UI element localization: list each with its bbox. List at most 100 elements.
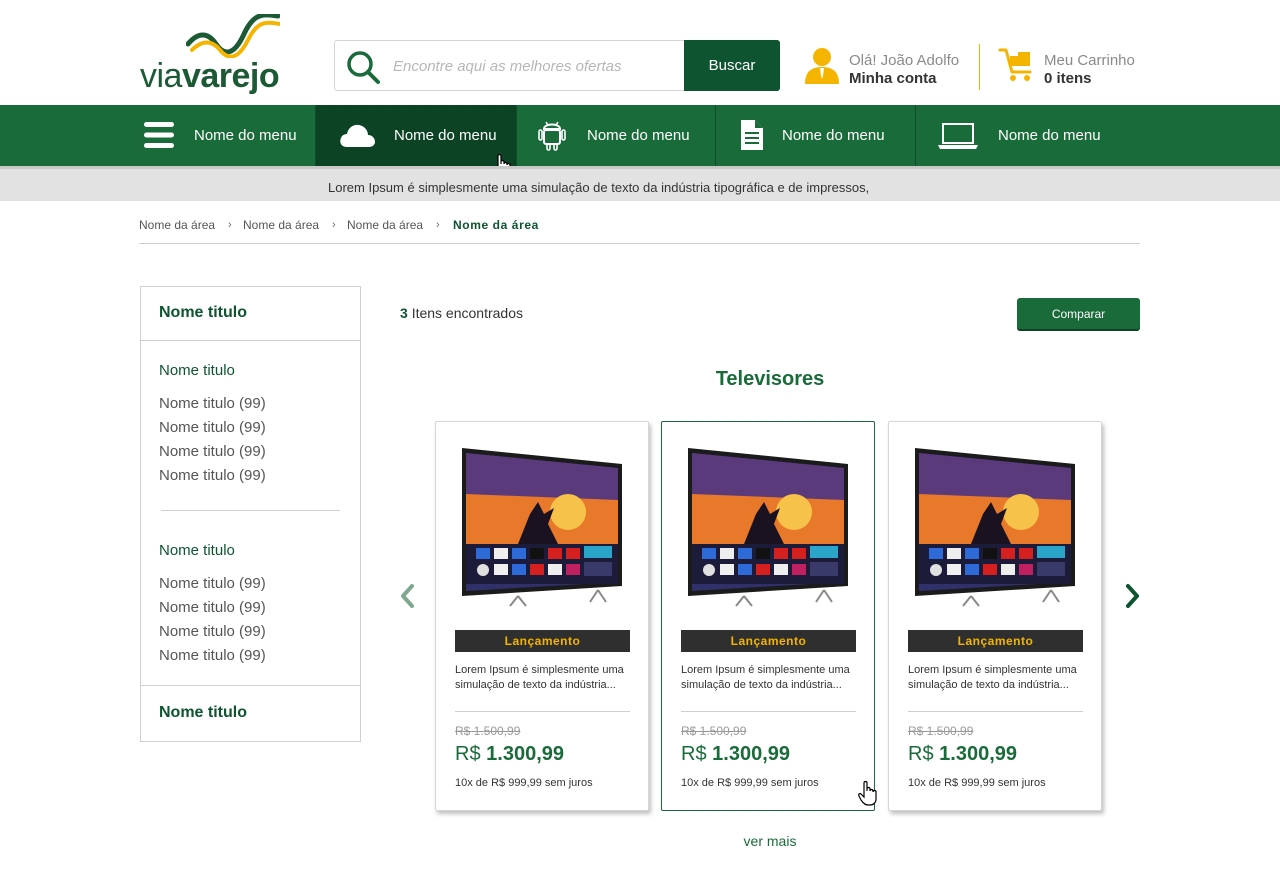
- main-nav: Nome do menu Nome do menu Nome do menu N…: [0, 105, 1280, 179]
- price-value: 1.300,99: [939, 743, 1017, 765]
- filter-group-title: Nome titulo: [159, 362, 235, 379]
- tv-product-image: [688, 448, 848, 607]
- breadcrumb: Nome da área › Nome da área › Nome da ár…: [139, 218, 1140, 244]
- installments: 10x de R$ 999,99 sem juros: [455, 777, 593, 789]
- product-description: Lorem Ipsum é simplesmente uma simulação…: [908, 664, 1077, 691]
- carousel-next-button[interactable]: [1120, 582, 1144, 610]
- product-description: Lorem Ipsum é simplesmente uma simulação…: [455, 664, 624, 691]
- nav-item-menu[interactable]: Nome do menu: [0, 105, 316, 166]
- nav-item-label: Nome do menu: [587, 127, 690, 144]
- divider: [141, 340, 360, 341]
- search-box: Buscar: [334, 40, 780, 91]
- installments: 10x de R$ 999,99 sem juros: [908, 777, 1046, 789]
- results-count-number: 3: [400, 305, 408, 321]
- divider: [455, 711, 630, 712]
- launch-badge: Lançamento: [681, 630, 856, 652]
- chevron-right-icon: ›: [436, 219, 440, 231]
- nav-item-label: Nome do menu: [194, 127, 297, 144]
- old-price: R$ 1.500,99: [681, 724, 747, 738]
- product-card[interactable]: Lançamento Lorem Ipsum é simplesmente um…: [888, 421, 1102, 811]
- logo-text: viavarejo: [140, 57, 280, 95]
- header: viavarejo Buscar Olá! João Adolfo Minha …: [0, 0, 1280, 105]
- filter-option[interactable]: Nome titulo (99): [159, 623, 266, 640]
- laptop-icon: [938, 123, 978, 149]
- section-title: Televisores: [715, 368, 825, 390]
- account-greeting: Olá! João Adolfo: [849, 52, 960, 69]
- launch-badge: Lançamento: [908, 630, 1083, 652]
- installments: 10x de R$ 999,99 sem juros: [681, 777, 819, 789]
- current-price: R$ 1.300,99: [908, 743, 1017, 766]
- divider: [908, 711, 1083, 712]
- filter-option[interactable]: Nome titulo (99): [159, 575, 266, 592]
- price-currency: R$: [681, 743, 707, 765]
- logo-varejo: varejo: [181, 57, 280, 95]
- price-value: 1.300,99: [712, 743, 790, 765]
- nav-item-label: Nome do menu: [782, 127, 885, 144]
- breadcrumb-item[interactable]: Nome da área: [347, 218, 423, 232]
- account-link-label[interactable]: Minha conta: [849, 70, 937, 87]
- user-icon: [805, 48, 839, 84]
- cart-link[interactable]: Meu Carrinho 0 itens: [998, 46, 1148, 90]
- sidebar-title[interactable]: Nome titulo: [159, 304, 247, 322]
- filter-sidebar: Nome titulo Nome titulo Nome titulo (99)…: [140, 286, 361, 742]
- search-icon[interactable]: [345, 49, 381, 85]
- cart-label: Meu Carrinho: [1044, 52, 1135, 69]
- announcement-bar: Lorem Ipsum é simplesmente uma simulação…: [0, 166, 1280, 201]
- launch-badge: Lançamento: [455, 630, 630, 652]
- filter-group-title: Nome titulo: [159, 542, 235, 559]
- chevron-right-icon: ›: [228, 219, 232, 231]
- nav-item-android[interactable]: Nome do menu: [517, 105, 716, 166]
- android-icon: [538, 121, 566, 151]
- nav-item-label: Nome do menu: [394, 127, 497, 144]
- nav-item-laptop[interactable]: Nome do menu: [916, 105, 1280, 166]
- compare-button[interactable]: Comparar: [1017, 298, 1140, 329]
- results-count: 3 Itens encontrados: [400, 305, 523, 321]
- divider: [681, 711, 856, 712]
- see-more-link[interactable]: ver mais: [400, 833, 1140, 849]
- nav-item-document[interactable]: Nome do menu: [716, 105, 916, 166]
- search-button[interactable]: Buscar: [684, 40, 780, 91]
- document-icon: [741, 120, 763, 150]
- price-value: 1.300,99: [486, 743, 564, 765]
- nav-item-label: Nome do menu: [998, 127, 1101, 144]
- product-card[interactable]: Lançamento Lorem Ipsum é simplesmente um…: [435, 421, 649, 811]
- logo-wave-icon: [186, 14, 280, 58]
- carousel-prev-button[interactable]: [396, 582, 420, 610]
- price-currency: R$: [908, 743, 934, 765]
- filter-option[interactable]: Nome titulo (99): [159, 419, 266, 436]
- cart-count: 0 itens: [1044, 70, 1092, 87]
- filter-option[interactable]: Nome titulo (99): [159, 467, 266, 484]
- menu-icon: [144, 122, 174, 148]
- filter-option[interactable]: Nome titulo (99): [159, 599, 266, 616]
- product-card[interactable]: Lançamento Lorem Ipsum é simplesmente um…: [661, 421, 875, 811]
- current-price: R$ 1.300,99: [681, 743, 790, 766]
- tv-product-image: [462, 448, 622, 607]
- logo[interactable]: viavarejo: [140, 14, 280, 94]
- breadcrumb-item[interactable]: Nome da área: [243, 218, 319, 232]
- cart-icon: [998, 48, 1032, 81]
- filter-option[interactable]: Nome titulo (99): [159, 443, 266, 460]
- hand-cursor-icon: [858, 780, 877, 806]
- logo-via: via: [140, 57, 182, 95]
- tv-product-image: [915, 448, 1075, 607]
- filter-option[interactable]: Nome titulo (99): [159, 647, 266, 664]
- cloud-icon: [340, 124, 375, 147]
- old-price: R$ 1.500,99: [908, 724, 974, 738]
- header-divider: [979, 44, 980, 90]
- product-description: Lorem Ipsum é simplesmente uma simulação…: [681, 664, 850, 691]
- search-input[interactable]: [393, 51, 673, 81]
- account-link[interactable]: Olá! João Adolfo Minha conta: [802, 46, 972, 90]
- filter-option[interactable]: Nome titulo (99): [159, 395, 266, 412]
- price-currency: R$: [455, 743, 481, 765]
- old-price: R$ 1.500,99: [455, 724, 521, 738]
- chevron-right-icon: ›: [332, 219, 336, 231]
- breadcrumb-item[interactable]: Nome da área: [139, 218, 215, 232]
- announcement-text: Lorem Ipsum é simplesmente uma simulação…: [328, 180, 870, 195]
- breadcrumb-current: Nome da área: [453, 218, 539, 232]
- divider: [161, 510, 340, 511]
- nav-item-cloud[interactable]: Nome do menu: [316, 105, 517, 179]
- results-count-label: Itens encontrados: [411, 305, 523, 321]
- divider: [141, 685, 360, 686]
- sidebar-footer-title[interactable]: Nome titulo: [159, 704, 247, 722]
- current-price: R$ 1.300,99: [455, 743, 564, 766]
